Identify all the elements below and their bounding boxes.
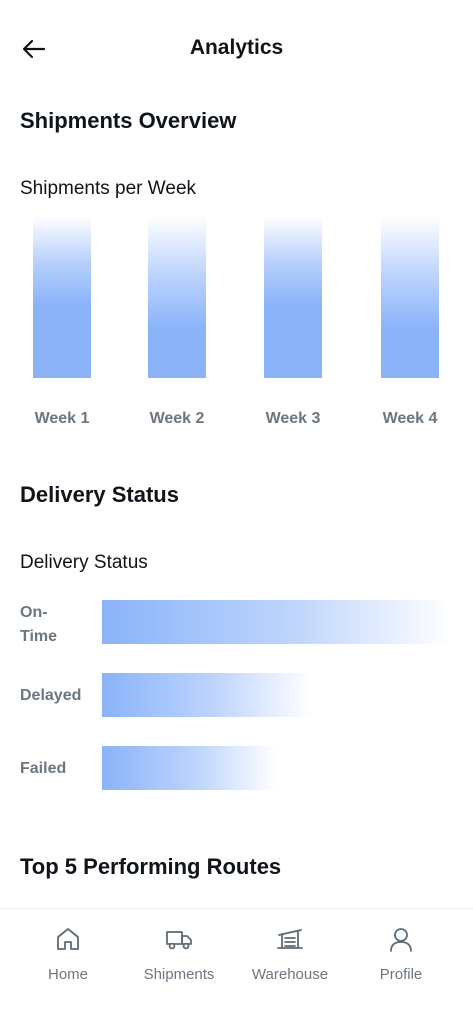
nav-item-home[interactable]: Home [13,909,123,999]
home-icon [57,928,79,950]
user-icon [390,928,412,952]
warehouse-icon [277,929,303,949]
y-tick-label: On-Time [20,604,58,645]
chart-bar [33,216,91,378]
top-routes-heading: Top 5 Performing Routes [20,854,282,879]
y-tick-label: Failed [20,760,67,777]
chart-bar [102,600,452,644]
nav-item-warehouse[interactable]: Warehouse [235,909,345,999]
chart-bar [381,216,439,378]
y-tick-label: Delayed [20,687,82,704]
app-header: Analytics [0,0,473,96]
x-tick-label: Week 1 [34,410,90,427]
bottom-nav: Home Shipments Warehouse Profile [0,908,473,1025]
shipments-chart-title: Shipments per Week [20,178,197,199]
x-tick-label: Week 2 [149,410,205,427]
nav-label: Shipments [143,966,215,983]
shipments-overview-heading: Shipments Overview [20,108,237,133]
chart-bar [102,673,312,717]
chart-bar [264,216,322,378]
page-title: Analytics [189,36,284,59]
x-tick-label: Week 3 [265,410,321,427]
truck-icon [166,931,192,950]
chart-bar [148,216,206,378]
nav-label: Warehouse [251,966,329,983]
nav-item-profile[interactable]: Profile [346,909,456,999]
nav-label: Profile [379,966,423,983]
chart-bar [102,746,277,790]
x-tick-label: Week 4 [382,410,438,427]
nav-item-shipments[interactable]: Shipments [124,909,234,999]
delivery-chart-title: Delivery Status [20,552,148,573]
nav-label: Home [47,966,88,983]
delivery-status-heading: Delivery Status [20,482,179,507]
